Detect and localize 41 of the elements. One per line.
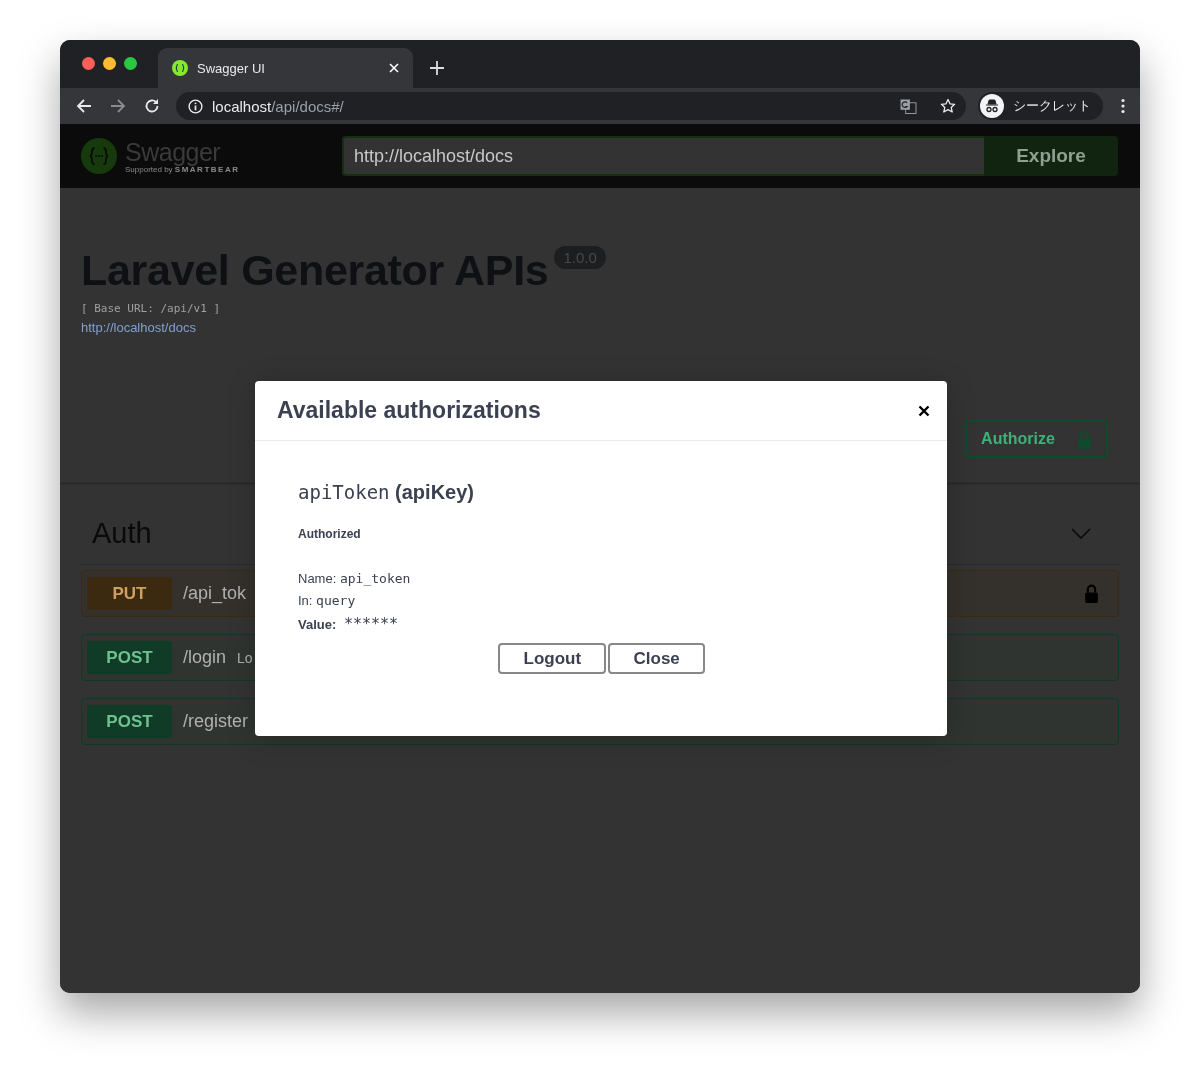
dialog-title: Available authorizations [277,397,541,424]
new-tab-icon[interactable] [430,61,444,75]
browser-tab[interactable]: Swagger UI [158,48,413,88]
explore-button[interactable]: Explore [984,136,1118,176]
incognito-profile-button[interactable]: シークレット [978,92,1103,120]
close-icon[interactable] [918,404,930,417]
braces-icon [172,60,188,76]
window-close-button[interactable] [82,57,95,70]
translate-icon[interactable] [900,98,917,114]
address-bar[interactable]: localhost/api/docs#/ [176,92,966,120]
window-zoom-button[interactable] [124,57,137,70]
brand-tagline: Supported by SMARTBEAR [125,164,240,174]
window-minimize-button[interactable] [103,57,116,70]
method-badge: POST [87,705,172,738]
operation-summary: Lo [237,649,253,666]
authorize-button[interactable]: Authorize [965,420,1108,458]
scheme-field: Name: api_token [298,571,904,586]
forward-arrow-icon[interactable] [110,98,126,114]
scheme-title: apiToken (apiKey) [298,481,475,504]
star-icon[interactable] [940,98,956,114]
incognito-icon [980,94,1004,118]
info-icon [188,98,203,114]
scheme-field: In: query [298,593,904,608]
url-input-field[interactable]: http://localhost/docs [342,136,984,176]
back-arrow-icon[interactable] [76,98,92,114]
operation-path: /register [183,711,249,732]
scheme-field: Value: ****** [298,615,904,633]
method-badge: POST [87,641,172,674]
base-url-text: [ Base URL: /api/v1 ] [81,302,222,315]
menu-icon[interactable] [1121,98,1125,114]
address-text: localhost/api/docs#/ [212,97,345,115]
auth-status: Authorized [298,527,362,541]
logout-button[interactable]: Logout [497,643,606,674]
tab-title: Swagger UI [197,60,266,76]
close-button[interactable]: Close [607,643,705,674]
method-badge: PUT [87,577,172,610]
reload-icon[interactable] [144,98,160,114]
spec-link[interactable]: http://localhost/docs [81,320,196,335]
operation-path: /api_tok [183,583,247,604]
operation-path: /login [183,647,227,668]
swagger-logo-icon [81,138,117,174]
